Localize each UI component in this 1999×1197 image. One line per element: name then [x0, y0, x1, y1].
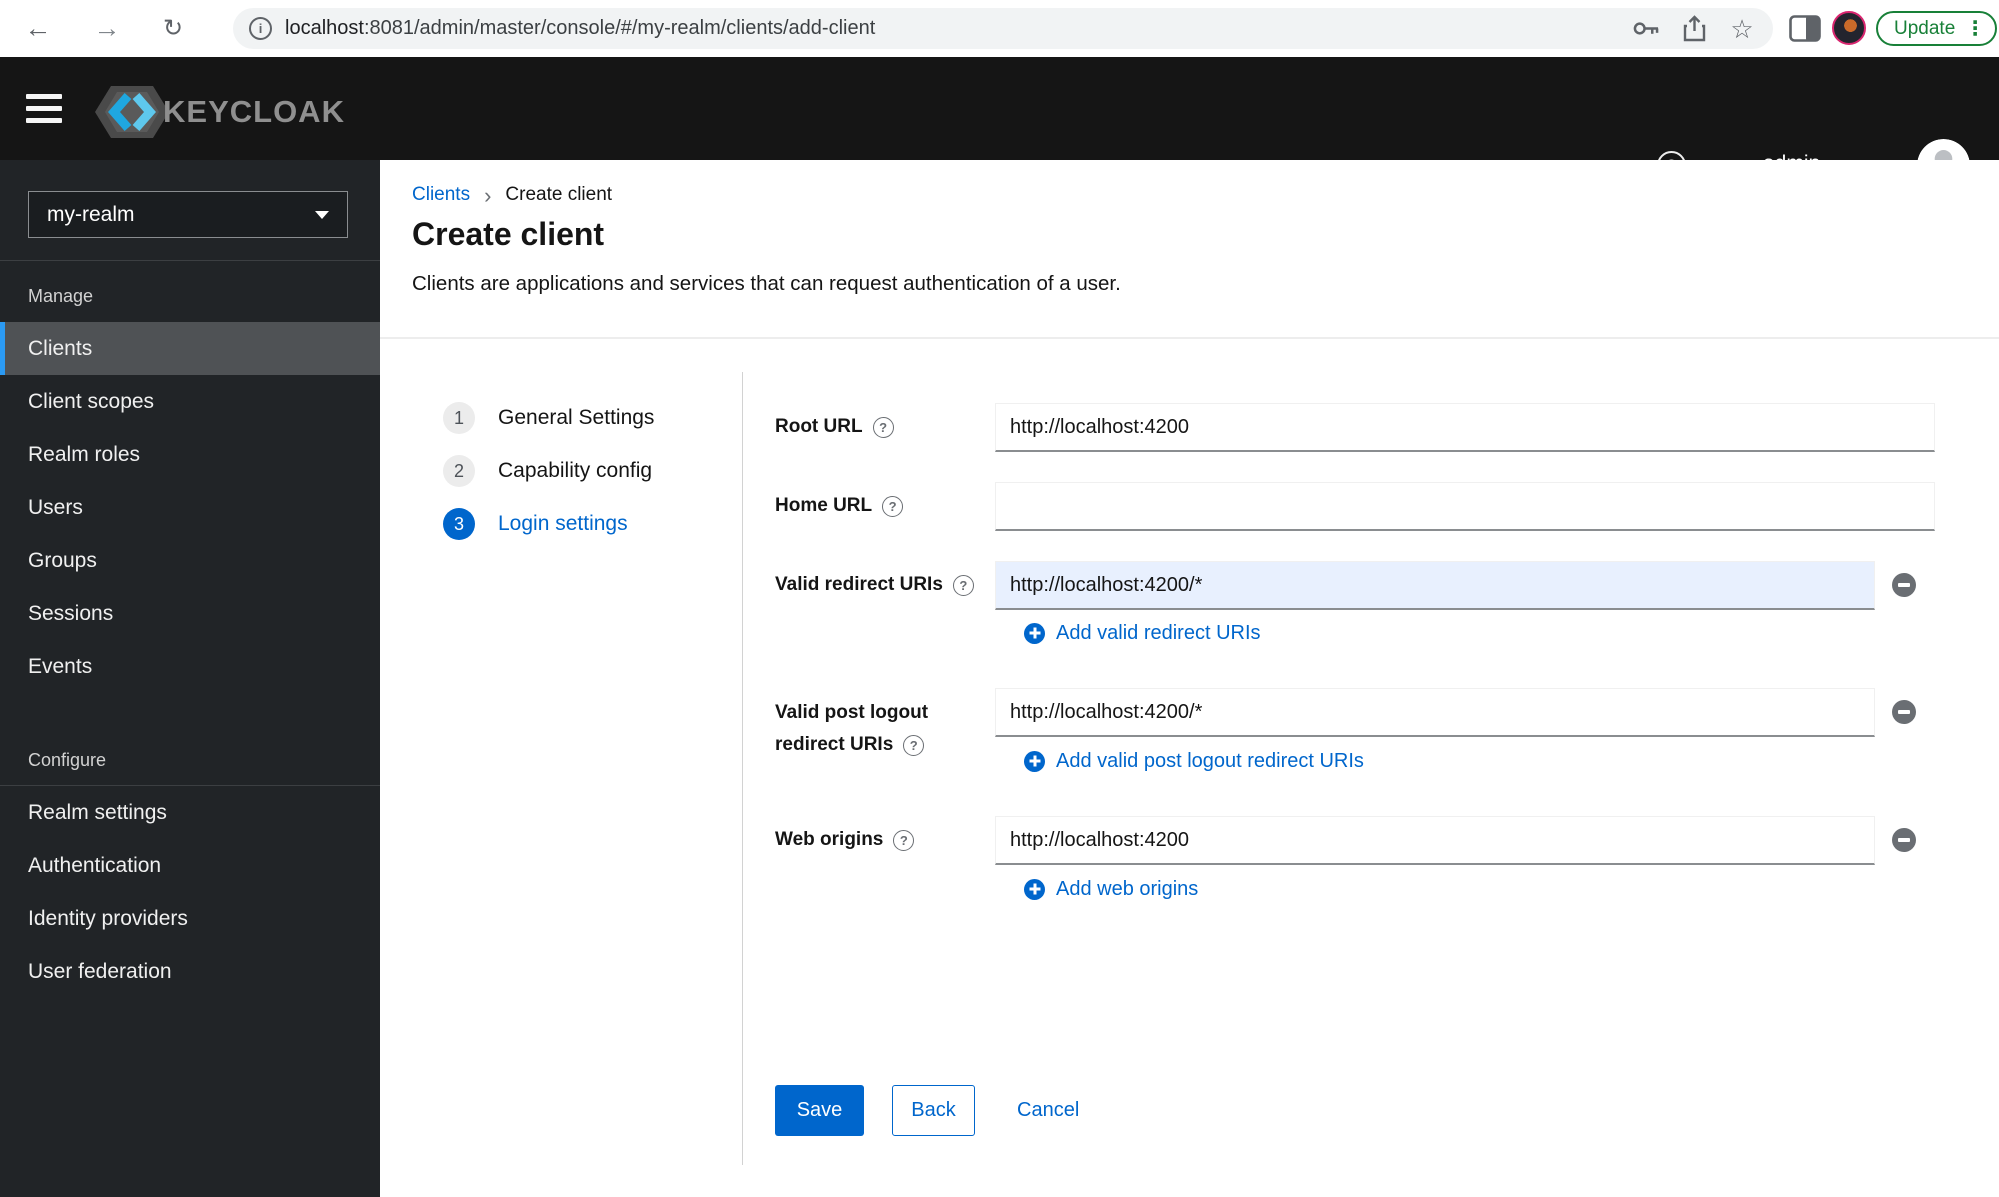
- sidebar-item-realm-roles[interactable]: Realm roles: [0, 428, 380, 481]
- sidebar-item-events[interactable]: Events: [0, 640, 380, 693]
- home-url-input[interactable]: [995, 482, 1935, 531]
- root-url-label: Root URL ?: [775, 415, 894, 439]
- step-number: 3: [443, 508, 475, 540]
- browser-forward-icon[interactable]: →: [87, 0, 127, 57]
- remove-redirect-uri-button[interactable]: [1892, 573, 1916, 597]
- label-text: Web origins: [775, 829, 884, 850]
- browser-back-icon[interactable]: ←: [18, 0, 58, 57]
- wizard-step-login-settings[interactable]: 3 Login settings: [443, 508, 628, 540]
- redirect-uri-input[interactable]: [995, 561, 1875, 610]
- wizard-step-general-settings[interactable]: 1 General Settings: [443, 402, 654, 434]
- realm-selector[interactable]: my-realm: [28, 191, 348, 238]
- nav-section-manage: Manage: [28, 286, 94, 306]
- breadcrumb-clients-link[interactable]: Clients: [412, 184, 470, 206]
- label-text: Valid post logout: [775, 702, 929, 723]
- main-content: Clients › Create client Create client Cl…: [380, 160, 1999, 1197]
- add-redirect-uri-button[interactable]: Add valid redirect URIs: [1024, 620, 1261, 646]
- site-info-icon[interactable]: i: [249, 17, 272, 40]
- sidebar-item-clients[interactable]: Clients: [0, 322, 380, 375]
- help-icon[interactable]: ?: [952, 574, 974, 596]
- label-text: Home URL: [775, 495, 873, 516]
- sidebar: my-realm Manage Clients Client scopes Re…: [0, 160, 380, 1197]
- label-text: Root URL: [775, 416, 863, 437]
- breadcrumb-separator-icon: ›: [484, 182, 492, 208]
- redirect-uris-label: Valid redirect URIs ?: [775, 573, 974, 597]
- step-number: 2: [443, 455, 475, 487]
- keycloak-masthead: KEYCLOAK ? admin: [0, 57, 1999, 192]
- sidebar-item-client-scopes[interactable]: Client scopes: [0, 375, 380, 428]
- sidebar-item-sessions[interactable]: Sessions: [0, 587, 380, 640]
- post-logout-uri-input[interactable]: [995, 688, 1875, 737]
- nav-toggle-hamburger-icon[interactable]: [26, 94, 62, 123]
- screen: ← → ↻ i localhost:8081/admin/master/cons…: [0, 0, 1999, 1197]
- address-bar-actions: ☆: [1633, 15, 1757, 42]
- add-link-label: Add web origins: [1056, 877, 1199, 900]
- nav-configure-list: Realm settings Authentication Identity p…: [0, 786, 380, 998]
- divider: [380, 337, 1999, 339]
- web-origins-label: Web origins ?: [775, 828, 915, 852]
- sidebar-item-authentication[interactable]: Authentication: [0, 839, 380, 892]
- cancel-button[interactable]: Cancel: [1017, 1085, 1079, 1136]
- update-label: Update: [1894, 17, 1956, 39]
- page-title: Create client: [412, 216, 605, 252]
- plus-icon: [1024, 878, 1045, 900]
- sidebar-item-identity-providers[interactable]: Identity providers: [0, 892, 380, 945]
- share-icon[interactable]: [1681, 15, 1707, 42]
- help-icon[interactable]: ?: [893, 829, 915, 851]
- brand-text: KEYCLOAK: [163, 94, 345, 129]
- step-number: 1: [443, 402, 475, 434]
- sidebar-item-groups[interactable]: Groups: [0, 534, 380, 587]
- step-label: General Settings: [498, 406, 655, 429]
- sidebar-item-users[interactable]: Users: [0, 481, 380, 534]
- sidebar-item-realm-settings[interactable]: Realm settings: [0, 786, 380, 839]
- browser-reload-icon[interactable]: ↻: [153, 0, 193, 57]
- browser-profile-avatar[interactable]: [1832, 11, 1866, 45]
- label-text: redirect URIs: [775, 734, 894, 755]
- step-label: Capability config: [498, 459, 653, 482]
- bookmark-star-icon[interactable]: ☆: [1729, 16, 1755, 42]
- address-bar[interactable]: i localhost:8081/admin/master/console/#/…: [233, 8, 1773, 49]
- page-subtitle: Clients are applications and services th…: [412, 272, 1121, 295]
- divider: [0, 260, 380, 261]
- browser-toolbar: ← → ↻ i localhost:8081/admin/master/cons…: [0, 0, 1999, 57]
- plus-icon: [1024, 750, 1045, 772]
- web-origin-input[interactable]: [995, 816, 1875, 865]
- breadcrumb: Clients › Create client: [412, 184, 612, 206]
- add-post-logout-uri-button[interactable]: Add valid post logout redirect URIs: [1024, 748, 1364, 774]
- add-link-label: Add valid redirect URIs: [1056, 621, 1261, 644]
- split-screen-icon[interactable]: [1789, 15, 1821, 47]
- keycloak-logo-icon: [95, 86, 169, 138]
- add-link-label: Add valid post logout redirect URIs: [1056, 749, 1364, 772]
- keycloak-logo[interactable]: KEYCLOAK: [93, 81, 345, 143]
- help-icon[interactable]: ?: [903, 734, 925, 756]
- password-key-icon[interactable]: [1633, 16, 1659, 42]
- nav-section-configure: Configure: [28, 750, 107, 770]
- url-host: localhost: [285, 17, 364, 39]
- breadcrumb-current: Create client: [505, 184, 613, 205]
- step-label: Login settings: [498, 512, 628, 535]
- save-button[interactable]: Save: [775, 1085, 864, 1136]
- wizard-step-capability-config[interactable]: 2 Capability config: [443, 455, 652, 487]
- remove-post-logout-uri-button[interactable]: [1892, 700, 1916, 724]
- post-logout-uris-label-line2: redirect URIs ?: [775, 733, 925, 757]
- post-logout-uris-label-line1: Valid post logout: [775, 701, 928, 725]
- add-web-origin-button[interactable]: Add web origins: [1024, 876, 1198, 902]
- url-text: localhost:8081/admin/master/console/#/my…: [285, 17, 875, 40]
- back-button[interactable]: Back: [892, 1085, 975, 1136]
- browser-menu-icon[interactable]: ⋮: [1965, 16, 1985, 41]
- label-text: Valid redirect URIs: [775, 574, 943, 595]
- help-icon[interactable]: ?: [882, 495, 904, 517]
- realm-selector-value: my-realm: [47, 202, 135, 226]
- root-url-input[interactable]: [995, 403, 1935, 452]
- nav-manage-list: Clients Client scopes Realm roles Users …: [0, 322, 380, 693]
- sidebar-item-user-federation[interactable]: User federation: [0, 945, 380, 998]
- update-button[interactable]: Update ⋮: [1876, 11, 1998, 46]
- plus-icon: [1024, 622, 1045, 644]
- chevron-down-icon: [315, 210, 329, 219]
- divider: [742, 372, 743, 1165]
- home-url-label: Home URL ?: [775, 494, 904, 518]
- help-icon[interactable]: ?: [872, 416, 894, 438]
- remove-web-origin-button[interactable]: [1892, 828, 1916, 852]
- url-path: :8081/admin/master/console/#/my-realm/cl…: [363, 17, 876, 39]
